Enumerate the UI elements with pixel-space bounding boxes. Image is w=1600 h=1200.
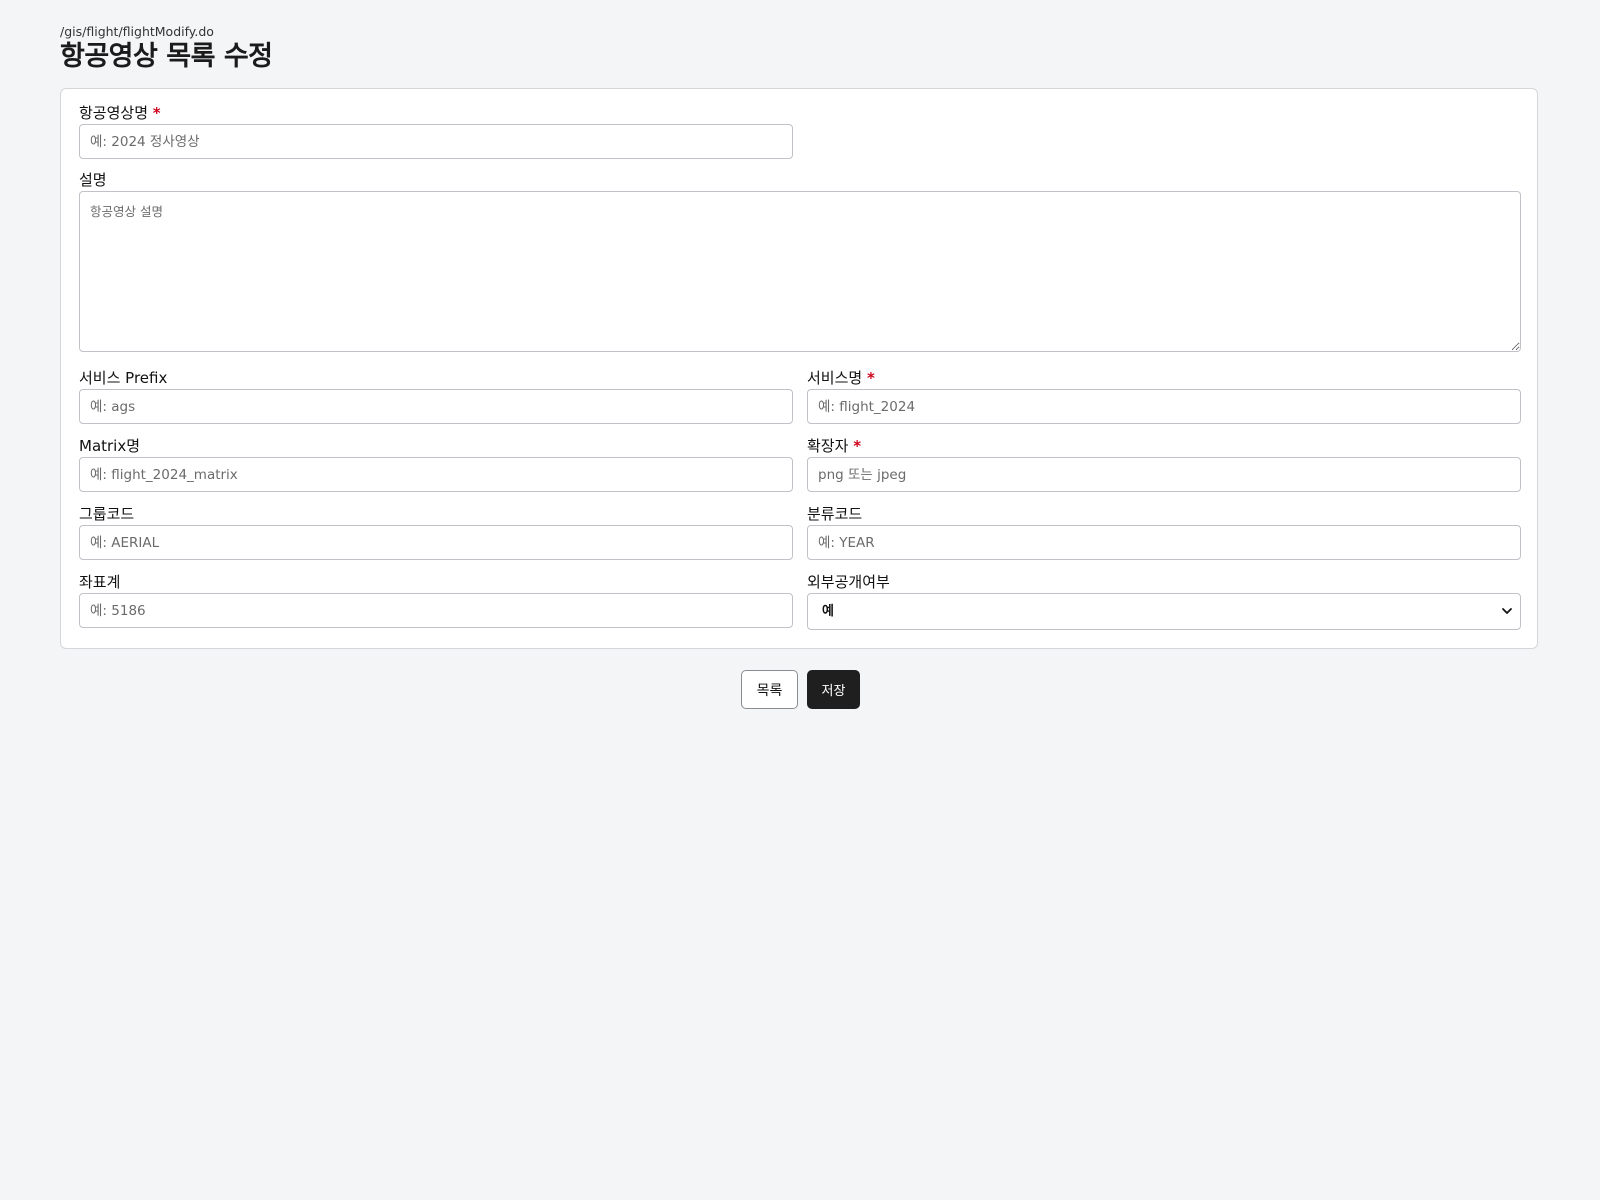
field-extension: 확장자 *: [807, 437, 1521, 492]
service-prefix-label: 서비스 Prefix: [79, 369, 168, 387]
field-service-name: 서비스명 *: [807, 369, 1521, 424]
public-flag-label: 외부공개여부: [807, 573, 890, 591]
extension-label: 확장자 *: [807, 437, 1521, 457]
field-group-code: 그룹코드: [79, 505, 793, 560]
class-code-label: 분류코드: [807, 505, 863, 523]
group-code-label: 그룹코드: [79, 505, 135, 523]
required-mark: *: [152, 104, 161, 122]
public-flag-selected[interactable]: 예: [807, 593, 1521, 630]
field-public-flag: 외부공개여부 예: [807, 573, 1521, 630]
form-actions: 목록 저장: [741, 670, 860, 709]
field-service-prefix: 서비스 Prefix: [79, 369, 793, 424]
page-path: /gis/flight/flightModify.do: [60, 24, 214, 39]
extension-input[interactable]: [807, 457, 1521, 492]
field-coord-system: 좌표계: [79, 573, 793, 628]
flight-name-label-text: 항공영상명: [79, 104, 149, 122]
matrix-name-input[interactable]: [79, 457, 793, 492]
public-flag-select[interactable]: 예: [807, 593, 1521, 630]
required-mark: *: [866, 369, 875, 387]
class-code-input[interactable]: [807, 525, 1521, 560]
field-matrix-name: Matrix명: [79, 437, 793, 492]
chevron-down-icon: [1502, 608, 1512, 614]
form-card: 항공영상명 * 설명 서비스 Prefix 서비스명 * Matrix명 확장자…: [60, 88, 1538, 649]
service-prefix-input[interactable]: [79, 389, 793, 424]
coord-system-input[interactable]: [79, 593, 793, 628]
description-label: 설명: [79, 171, 107, 189]
matrix-name-label: Matrix명: [79, 437, 141, 455]
service-name-label-text: 서비스명: [807, 369, 863, 387]
required-mark: *: [853, 437, 862, 455]
description-textarea[interactable]: [79, 191, 1521, 352]
service-name-label: 서비스명 *: [807, 369, 1521, 389]
extension-label-text: 확장자: [807, 437, 849, 455]
flight-name-label: 항공영상명 *: [79, 104, 793, 124]
page-header: /gis/flight/flightModify.do 항공영상 목록 수정: [60, 24, 1540, 74]
field-description: 설명: [79, 171, 1521, 352]
list-button[interactable]: 목록: [741, 670, 798, 709]
coord-system-label: 좌표계: [79, 573, 121, 591]
field-class-code: 분류코드: [807, 505, 1521, 560]
field-flight-name: 항공영상명 *: [79, 104, 793, 159]
flight-name-input[interactable]: [79, 124, 793, 159]
service-name-input[interactable]: [807, 389, 1521, 424]
group-code-input[interactable]: [79, 525, 793, 560]
save-button[interactable]: 저장: [807, 670, 860, 709]
page-title: 항공영상 목록 수정: [60, 41, 273, 72]
